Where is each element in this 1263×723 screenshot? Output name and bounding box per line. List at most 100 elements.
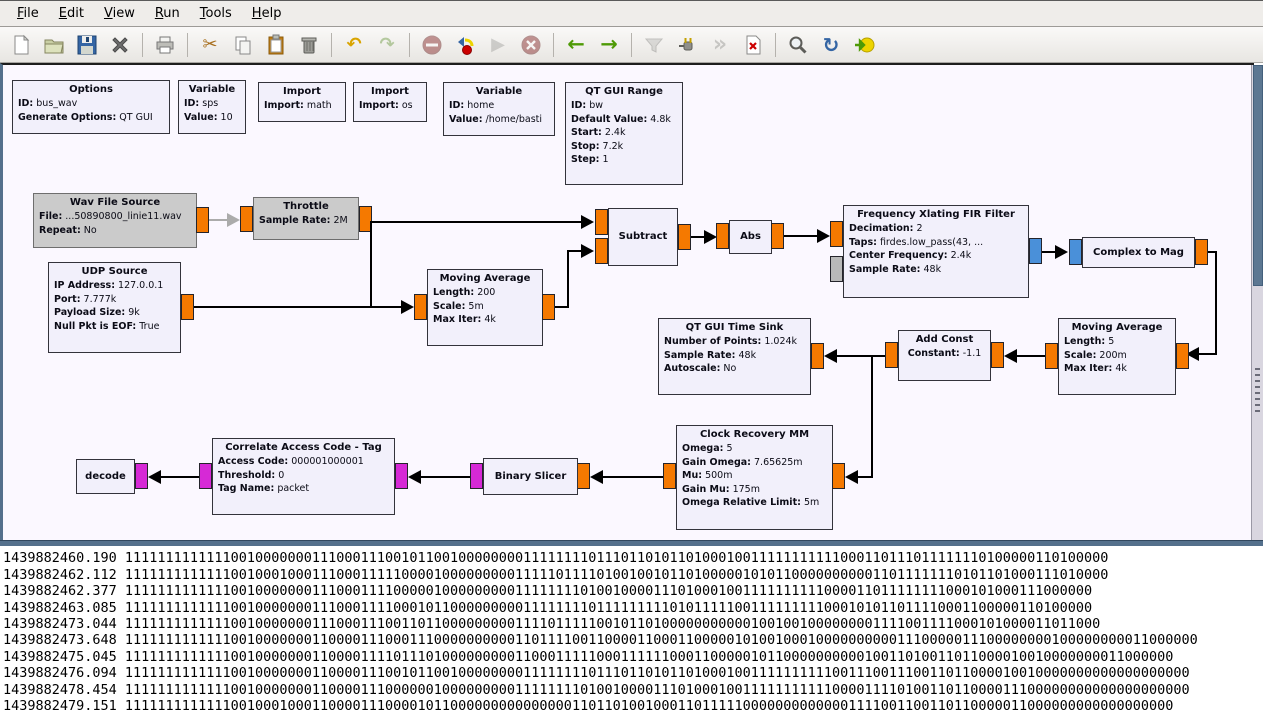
block-qt-gui-time-sink[interactable]: QT GUI Time Sink Number of Points: 1.024… [658, 318, 811, 395]
port-slicer-out[interactable] [470, 463, 483, 489]
port-c2m-out[interactable] [1195, 239, 1208, 265]
port-abs-in[interactable] [716, 223, 729, 249]
connection-movavg-to-subtract[interactable] [567, 250, 581, 252]
menu-edit[interactable]: Edit [50, 3, 93, 24]
connection-addconst-to-timesink[interactable] [837, 355, 885, 357]
block-variable-sps[interactable]: Variable ID: sps Value: 10 [178, 80, 246, 134]
port-subtract-out[interactable] [678, 224, 691, 250]
connection-c2m-to-movavg2[interactable] [1199, 353, 1217, 355]
open-hier-button[interactable] [849, 31, 879, 59]
connection-subtract-to-abs[interactable] [691, 236, 704, 238]
scrollbar-grip-dots [1255, 368, 1260, 412]
find-block-button[interactable] [783, 31, 813, 59]
port-movavg1-in[interactable] [414, 294, 427, 320]
parser-errors-button[interactable] [738, 31, 768, 59]
port-correlate-out[interactable] [199, 463, 212, 489]
port-wav-out[interactable] [196, 207, 209, 233]
canvas-vertical-scrollbar[interactable] [1251, 65, 1263, 540]
menu-tools[interactable]: Tools [191, 3, 241, 24]
port-movavg1-out[interactable] [542, 294, 555, 320]
block-decode[interactable]: decode [76, 459, 135, 494]
menu-run[interactable]: Run [146, 3, 189, 24]
port-fir-out[interactable] [1029, 238, 1042, 264]
port-clockrecovery-out[interactable] [663, 463, 676, 489]
reload-blocks-button[interactable]: ↻ [816, 31, 846, 59]
connection-correlate-to-decode[interactable] [161, 476, 199, 478]
connection-fir-to-c2m[interactable] [1042, 251, 1055, 253]
port-addconst-in[interactable] [991, 342, 1004, 368]
block-add-const[interactable]: Add Const Constant: -1.1 [898, 330, 991, 381]
port-correlate-in[interactable] [395, 463, 408, 489]
block-udp-source[interactable]: UDP Source IP Address: 127.0.0.1 Port: 7… [48, 262, 181, 353]
undo-button[interactable]: ↶ [339, 31, 369, 59]
port-clockrecovery-in[interactable] [832, 463, 845, 489]
connection-addconst-to-clockrecovery[interactable] [871, 355, 873, 477]
connection-clockrecovery-to-slicer[interactable] [603, 476, 663, 478]
fast-forward-button[interactable]: » [705, 31, 735, 59]
block-moving-average-2[interactable]: Moving Average Length: 5 Scale: 200m Max… [1058, 318, 1176, 395]
port-movavg2-out[interactable] [1045, 343, 1058, 369]
port-subtract-in0[interactable] [595, 209, 608, 235]
open-flowgraph-button[interactable] [39, 31, 69, 59]
port-subtract-in1[interactable] [595, 238, 608, 264]
print-button[interactable] [150, 31, 180, 59]
block-subtract[interactable]: Subtract [608, 208, 678, 266]
block-freq-xlating-fir-filter[interactable]: Frequency Xlating FIR Filter Decimation:… [843, 205, 1029, 298]
port-udp-out[interactable] [181, 294, 194, 320]
connection-slicer-to-correlate[interactable] [421, 476, 470, 478]
connection-addconst-to-clockrecovery[interactable] [858, 476, 873, 478]
port-movavg2-in[interactable] [1176, 343, 1189, 369]
port-fir-tap[interactable] [830, 256, 843, 282]
view-errors-button[interactable] [417, 31, 447, 59]
port-c2m-in[interactable] [1069, 239, 1082, 265]
copy-button[interactable] [228, 31, 258, 59]
paste-button[interactable] [261, 31, 291, 59]
block-import-math[interactable]: Import Import: math [258, 82, 346, 122]
menu-help[interactable]: Help [243, 3, 291, 24]
block-binary-slicer[interactable]: Binary Slicer [483, 458, 578, 495]
connection-movavg2-to-addconst[interactable] [1017, 355, 1046, 357]
close-flowgraph-button[interactable] [105, 31, 135, 59]
menu-view[interactable]: View [95, 3, 144, 24]
connection-udp-to-subtract-riser[interactable] [370, 222, 372, 307]
block-throttle[interactable]: Throttle Sample Rate: 2M [253, 197, 359, 240]
block-correlate-access-code[interactable]: Correlate Access Code - Tag Access Code:… [212, 438, 395, 515]
flowgraph-canvas[interactable]: Options ID: bus_wav Generate Options: QT… [0, 63, 1254, 542]
block-moving-average-1[interactable]: Moving Average Length: 200 Scale: 5m Max… [427, 269, 543, 346]
block-clock-recovery-mm[interactable]: Clock Recovery MM Omega: 5 Gain Omega: 7… [676, 425, 833, 530]
menu-file[interactable]: File [8, 3, 48, 24]
connection-movavg-to-subtract[interactable] [567, 251, 569, 308]
port-fir-in[interactable] [830, 221, 843, 247]
forward-button[interactable]: → [594, 31, 624, 59]
back-button[interactable]: ← [561, 31, 591, 59]
filter-blocks-button[interactable] [639, 31, 669, 59]
block-import-os[interactable]: Import Import: os [353, 82, 427, 122]
kill-flowgraph-button[interactable] [516, 31, 546, 59]
port-addconst-out[interactable] [885, 342, 898, 368]
execute-flowgraph-button[interactable]: ▶ [483, 31, 513, 59]
generate-flowgraph-button[interactable] [450, 31, 480, 59]
connection-abs-to-fir[interactable] [784, 235, 817, 237]
port-timesink-in[interactable] [811, 343, 824, 369]
cut-button[interactable]: ✂ [195, 31, 225, 59]
scrollbar-thumb[interactable] [1253, 65, 1263, 286]
block-complex-to-mag[interactable]: Complex to Mag [1082, 237, 1195, 268]
block-wav-file-source[interactable]: Wav File Source File: ...50890800_linie1… [33, 193, 197, 248]
delete-button[interactable] [294, 31, 324, 59]
port-slicer-in[interactable] [577, 463, 590, 489]
block-options[interactable]: Options ID: bus_wav Generate Options: QT… [12, 80, 170, 134]
block-abs[interactable]: Abs [729, 220, 772, 254]
save-flowgraph-button[interactable] [72, 31, 102, 59]
port-throttle-in[interactable] [240, 206, 253, 232]
port-abs-out[interactable] [771, 223, 784, 249]
block-qt-gui-range[interactable]: QT GUI Range ID: bw Default Value: 4.8k … [565, 82, 683, 185]
connection-udp-to-subtract[interactable] [370, 221, 581, 223]
connect-button[interactable] [672, 31, 702, 59]
connection-c2m-to-movavg2[interactable] [1215, 251, 1217, 355]
connection-arrow [1055, 245, 1068, 259]
redo-button[interactable]: ↷ [372, 31, 402, 59]
port-decode-in[interactable] [135, 463, 148, 489]
block-variable-home[interactable]: Variable ID: home Value: /home/basti [443, 82, 555, 136]
new-flowgraph-button[interactable] [6, 31, 36, 59]
connection-wav-to-throttle[interactable] [209, 219, 227, 221]
